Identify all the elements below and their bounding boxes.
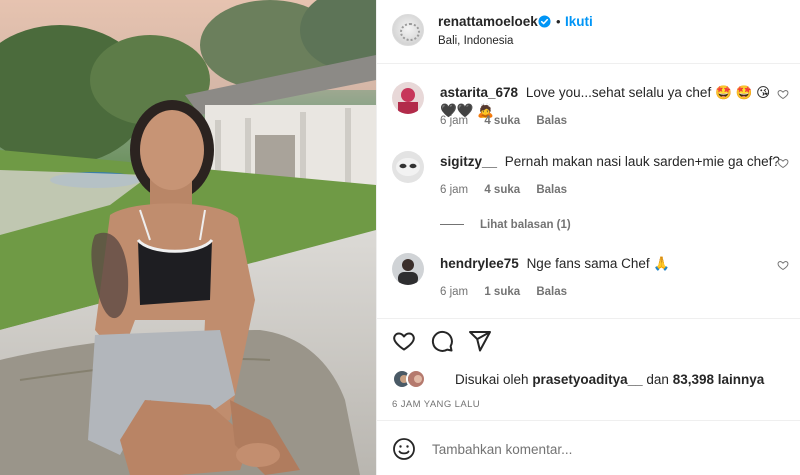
author-username[interactable]: renattamoeloek: [438, 14, 538, 29]
commenter-avatar[interactable]: [392, 82, 424, 114]
view-replies-button[interactable]: Lihat balasan (1): [440, 219, 571, 231]
reply-button[interactable]: Balas: [536, 115, 567, 127]
comment-text: Love you...sehat selalu ya chef: [525, 85, 712, 100]
reply-button[interactable]: Balas: [536, 286, 567, 298]
commenter-avatar[interactable]: [392, 151, 424, 183]
comment-likes[interactable]: 4 suka: [484, 184, 520, 196]
comment-username[interactable]: sigitzy__: [440, 154, 497, 169]
comment-like-heart-icon[interactable]: [777, 88, 789, 100]
replies-line: [440, 224, 464, 226]
comment-icon[interactable]: [430, 329, 454, 353]
post-timestamp[interactable]: 6 JAM YANG LALU: [392, 399, 480, 410]
comment-emoji: 🙏: [653, 256, 671, 271]
comment-username[interactable]: hendrylee75: [440, 256, 519, 271]
post-photo[interactable]: [0, 0, 376, 475]
verified-badge-icon: [538, 15, 551, 28]
comment-text: Pernah makan nasi lauk sarden+mie ga che…: [504, 154, 780, 169]
comment-time: 6 jam: [440, 184, 469, 196]
comment-input[interactable]: [432, 437, 732, 461]
comment-meta: 6 jam 4 suka Balas: [440, 184, 580, 196]
comment-username[interactable]: astarita_678: [440, 85, 518, 100]
view-replies-label: Lihat balasan (1): [480, 219, 571, 231]
comment-meta: 6 jam 1 suka Balas: [440, 286, 580, 298]
likes-suffix[interactable]: lainnya: [718, 372, 765, 387]
comment-likes[interactable]: 4 suka: [484, 115, 520, 127]
comment-text: Nge fans sama Chef: [526, 256, 650, 271]
comment-time: 6 jam: [440, 286, 469, 298]
author-avatar[interactable]: [392, 14, 424, 46]
liker-username[interactable]: prasetyoaditya__: [532, 372, 642, 387]
heart-icon[interactable]: [392, 329, 416, 353]
divider: [377, 318, 800, 319]
share-icon[interactable]: [468, 329, 492, 353]
photo-illustration: [0, 0, 376, 475]
emoji-icon[interactable]: [392, 437, 416, 461]
location-link[interactable]: Bali, Indonesia: [438, 35, 513, 47]
comment-meta: 6 jam 4 suka Balas: [440, 115, 580, 127]
separator-dot: •: [556, 14, 561, 29]
reply-button[interactable]: Balas: [536, 184, 567, 196]
comment-time: 6 jam: [440, 115, 469, 127]
likes-middle: dan: [646, 372, 669, 387]
commenter-avatar[interactable]: [392, 253, 424, 285]
comment-like-heart-icon[interactable]: [777, 259, 789, 271]
liker-avatar: [406, 369, 426, 389]
comment-like-heart-icon[interactable]: [777, 157, 789, 169]
add-comment-bar: [377, 420, 800, 475]
likes-prefix: Disukai oleh: [455, 372, 529, 387]
follow-button[interactable]: Ikuti: [565, 14, 593, 29]
post-panel: renattamoeloek • Ikuti Bali, Indonesia a…: [376, 0, 800, 475]
comment-likes[interactable]: 1 suka: [484, 286, 520, 298]
likes-count[interactable]: 83,398: [673, 372, 714, 387]
post-header: renattamoeloek • Ikuti Bali, Indonesia: [377, 0, 800, 64]
